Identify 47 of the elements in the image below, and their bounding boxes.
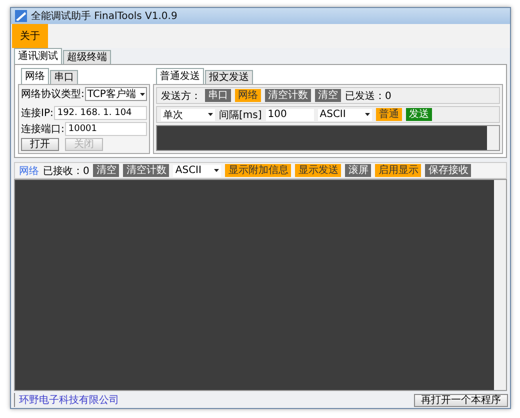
tab[interactable]: 串口 xyxy=(50,70,78,84)
encoding-dropdown[interactable]: ASCII xyxy=(318,108,372,120)
toggle-button[interactable]: 网络 xyxy=(235,89,261,102)
protocol-dropdown[interactable]: TCP客户端 xyxy=(85,87,147,101)
action-button[interactable]: 清空计数 xyxy=(123,164,170,177)
clear-button[interactable]: 清空 xyxy=(315,89,341,102)
toggle-button[interactable]: 启用显示 xyxy=(375,164,422,177)
ip-field[interactable]: 192. 168. 1. 104 xyxy=(54,106,147,120)
mode-button[interactable]: 普通 xyxy=(376,108,402,121)
tab[interactable]: 通讯测试 xyxy=(14,48,62,64)
network-link[interactable]: 网络 xyxy=(19,164,39,178)
mode-dropdown[interactable]: 单次 xyxy=(161,108,215,120)
tab[interactable]: 网络 xyxy=(21,68,49,84)
tab[interactable]: 普通发送 xyxy=(156,68,204,84)
about-menu[interactable]: 关于 xyxy=(12,24,48,48)
dropdown-arrow-icon xyxy=(208,113,213,116)
protocol-label: 网络协议类型: xyxy=(21,88,84,101)
port-label: 连接端口: xyxy=(21,122,64,136)
received-count: 已接收：0 xyxy=(43,164,90,178)
send-text-area[interactable] xyxy=(156,125,500,151)
dropdown-arrow-icon xyxy=(214,169,220,172)
toggle-button[interactable]: 显示附加信息 xyxy=(225,164,292,177)
company-name: 环野电子科技有限公司 xyxy=(14,393,119,407)
clear-button[interactable]: 清空计数 xyxy=(265,89,311,102)
interval-field[interactable]: 100 xyxy=(266,108,314,120)
port-field[interactable]: 10001 xyxy=(65,122,147,136)
action-button[interactable]: 清空 xyxy=(93,164,120,177)
toggle-button[interactable]: 显示发送 xyxy=(295,164,342,177)
dropdown-arrow-icon xyxy=(364,113,370,116)
window-title: 全能调试助手 FinalTools V1.0.9 xyxy=(31,10,178,23)
open-button[interactable]: 打开 xyxy=(21,138,59,151)
encoding-dropdown[interactable]: ASCII xyxy=(173,164,222,176)
toggle-button[interactable]: 滚屏 xyxy=(345,164,372,177)
ip-label: 连接IP: xyxy=(21,106,54,120)
sent-count: 已发送：0 xyxy=(345,90,392,102)
toggle-button[interactable]: 串口 xyxy=(205,89,231,102)
reopen-button[interactable]: 再打开一个本程序 xyxy=(414,394,508,406)
dropdown-arrow-icon xyxy=(140,92,145,96)
tab[interactable]: 报文发送 xyxy=(205,70,253,84)
scrollbar[interactable] xyxy=(487,126,499,150)
interval-label: 间隔[ms] xyxy=(219,108,262,122)
action-button[interactable]: 保存接收 xyxy=(425,164,472,177)
tab[interactable]: 超级终端 xyxy=(63,50,111,64)
send-button[interactable]: 发送 xyxy=(406,108,432,121)
scrollbar[interactable] xyxy=(494,180,506,390)
app-icon xyxy=(15,10,27,22)
sender-label: 发送方： xyxy=(161,90,201,102)
